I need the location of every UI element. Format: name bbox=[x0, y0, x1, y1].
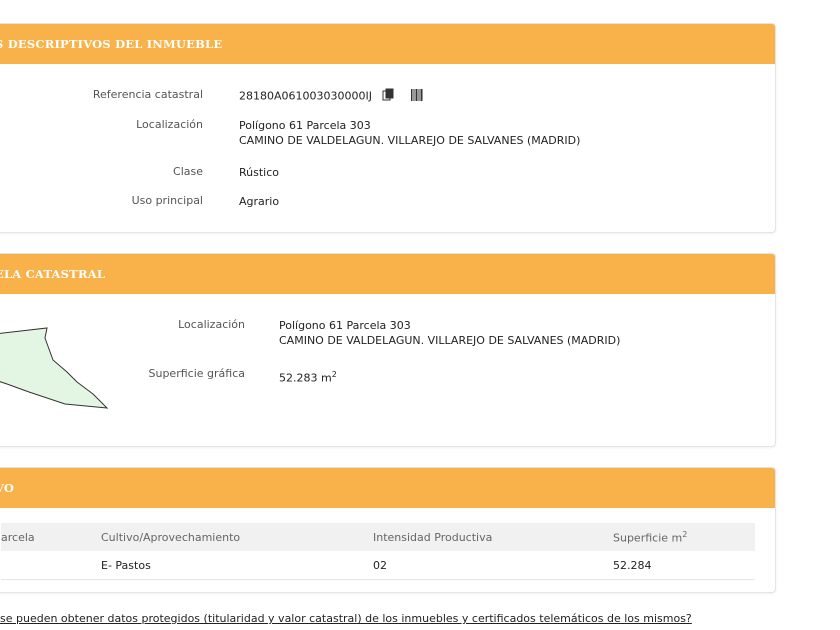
col-intensidad: Intensidad Productiva bbox=[373, 523, 613, 551]
col-superficie: Superficie m2 bbox=[613, 523, 755, 551]
cultivo-panel-title: VO bbox=[0, 481, 15, 495]
datos-protegidos-link[interactable]: se pueden obtener datos protegidos (titu… bbox=[0, 612, 692, 625]
parcel-map[interactable] bbox=[0, 316, 115, 416]
localizacion-value: Polígono 61 Parcela 303 CAMINO DE VALDEL… bbox=[239, 118, 580, 148]
cell-superficie: 52.284 bbox=[613, 551, 755, 580]
referencia-value: 28180A061003030000IJ bbox=[239, 88, 423, 105]
referencia-text[interactable]: 28180A061003030000IJ bbox=[239, 90, 372, 103]
parcela-localizacion-value: Polígono 61 Parcela 303 CAMINO DE VALDEL… bbox=[279, 318, 620, 348]
col-cultivo: Cultivo/Aprovechamiento bbox=[101, 523, 373, 551]
cell-intensidad: 02 bbox=[373, 551, 613, 580]
cultivo-panel: VO arcela Cultivo/Aprovechamiento Intens… bbox=[0, 467, 776, 593]
localizacion-label: Localización bbox=[136, 118, 203, 131]
parcel-shape bbox=[0, 327, 109, 409]
cell-subparcela bbox=[1, 551, 101, 580]
inmueble-panel-title: S DESCRIPTIVOS DEL INMUEBLE bbox=[0, 37, 223, 51]
uso-principal-value: Agrario bbox=[239, 195, 280, 208]
col-subparcela: arcela bbox=[1, 523, 101, 551]
uso-principal-label: Uso principal bbox=[131, 194, 203, 207]
superficie-grafica-label: Superficie gráfica bbox=[148, 367, 246, 380]
copy-icon[interactable] bbox=[382, 88, 394, 105]
parcela-panel-header: ELA CATASTRAL bbox=[0, 254, 775, 294]
parcela-localizacion-label: Localización bbox=[178, 318, 245, 331]
cultivo-panel-header: VO bbox=[0, 468, 775, 508]
localizacion-line2: CAMINO DE VALDELAGUN. VILLAREJO DE SALVA… bbox=[239, 134, 581, 147]
table-header-row: arcela Cultivo/Aprovechamiento Intensida… bbox=[1, 523, 755, 551]
parcela-localizacion-line2: CAMINO DE VALDELAGUN. VILLAREJO DE SALVA… bbox=[279, 334, 621, 347]
cell-cultivo: E- Pastos bbox=[101, 551, 373, 580]
parcela-localizacion-line1: Polígono 61 Parcela 303 bbox=[279, 319, 411, 332]
parcela-panel: ELA CATASTRAL Localización Polígono 61 P… bbox=[0, 253, 776, 447]
cultivo-table: arcela Cultivo/Aprovechamiento Intensida… bbox=[1, 523, 755, 580]
clase-value: Rústico bbox=[239, 166, 279, 179]
inmueble-panel: S DESCRIPTIVOS DEL INMUEBLE Referencia c… bbox=[0, 23, 776, 233]
localizacion-line1: Polígono 61 Parcela 303 bbox=[239, 119, 371, 132]
parcela-panel-title: ELA CATASTRAL bbox=[0, 267, 106, 281]
referencia-label: Referencia catastral bbox=[92, 88, 203, 101]
superficie-grafica-value: 52.283 m2 bbox=[279, 370, 337, 385]
barcode-icon[interactable] bbox=[411, 88, 423, 105]
inmueble-panel-header: S DESCRIPTIVOS DEL INMUEBLE bbox=[0, 24, 775, 64]
clase-label: Clase bbox=[173, 165, 203, 178]
table-row: E- Pastos 02 52.284 bbox=[1, 551, 755, 580]
